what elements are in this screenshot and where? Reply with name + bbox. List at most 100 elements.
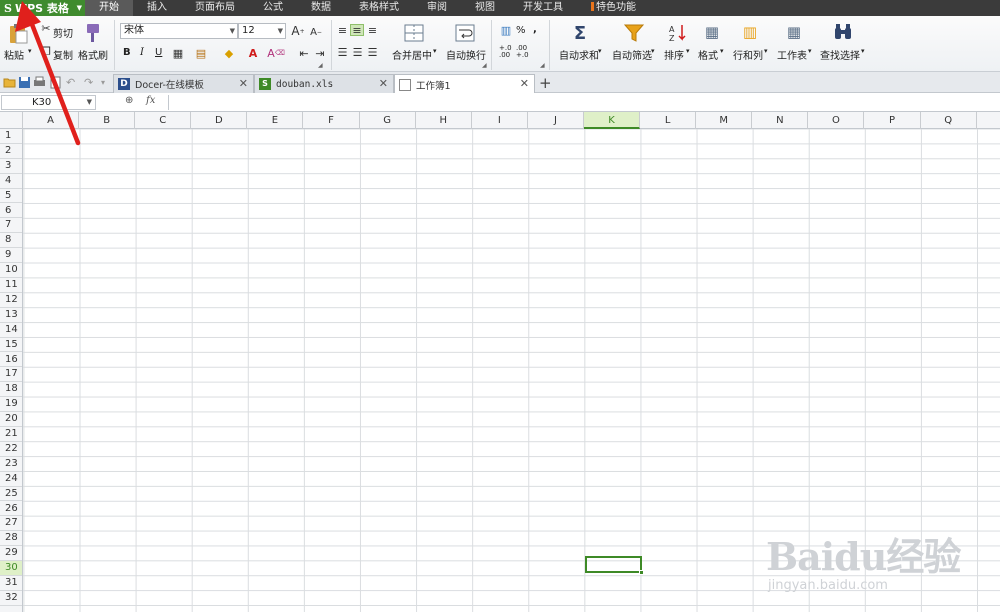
select-all-corner[interactable] bbox=[0, 112, 23, 129]
align-center-icon[interactable]: ☰ bbox=[351, 46, 364, 59]
sigma-icon[interactable]: Σ bbox=[569, 22, 591, 44]
bold-button[interactable]: B bbox=[123, 47, 131, 58]
menu-item-1[interactable]: 插入 bbox=[133, 0, 181, 16]
formula-input[interactable] bbox=[168, 95, 998, 110]
currency-icon[interactable]: ▥ bbox=[499, 24, 513, 37]
decrease-indent-icon[interactable]: ⇤ bbox=[297, 46, 311, 60]
number-dialog-launcher-icon[interactable]: ◢ bbox=[540, 62, 545, 69]
preview-icon[interactable] bbox=[49, 76, 62, 89]
merge-dropdown-icon[interactable]: ▾ bbox=[433, 47, 437, 55]
underline-button[interactable]: U bbox=[155, 47, 162, 58]
row-header-2[interactable]: 2 bbox=[0, 144, 22, 159]
cut-button[interactable]: 剪切 bbox=[53, 25, 73, 40]
autosum-dropdown-icon[interactable]: ▾ bbox=[598, 47, 602, 55]
column-header-l[interactable]: L bbox=[640, 112, 697, 129]
row-header-5[interactable]: 5 bbox=[0, 189, 22, 204]
menu-item-3[interactable]: 公式 bbox=[249, 0, 297, 16]
font-name-select[interactable]: 宋体 ▼ bbox=[120, 23, 238, 39]
fill-handle[interactable] bbox=[639, 570, 644, 575]
row-col-button[interactable]: 行和列 bbox=[733, 47, 763, 62]
row-header-25[interactable]: 25 bbox=[0, 487, 22, 502]
autofilter-button[interactable]: 自动筛选 bbox=[612, 47, 652, 62]
worksheet-dropdown-icon[interactable]: ▾ bbox=[808, 47, 812, 55]
paste-button[interactable]: 粘贴 bbox=[4, 47, 24, 62]
wrap-text-icon[interactable] bbox=[455, 24, 475, 42]
thousands-icon[interactable]: , bbox=[533, 24, 537, 35]
column-header-m[interactable]: M bbox=[696, 112, 753, 129]
row-header-6[interactable]: 6 bbox=[0, 204, 22, 219]
column-header-g[interactable]: G bbox=[360, 112, 416, 129]
font-color-icon[interactable]: A bbox=[246, 46, 260, 60]
find-select-dropdown-icon[interactable]: ▾ bbox=[861, 47, 865, 55]
column-header-j[interactable]: J bbox=[528, 112, 584, 129]
open-folder-icon[interactable] bbox=[3, 76, 16, 89]
row-header-26[interactable]: 26 bbox=[0, 502, 22, 517]
column-header-i[interactable]: I bbox=[472, 112, 528, 129]
column-header-o[interactable]: O bbox=[808, 112, 865, 129]
menu-item-7[interactable]: 视图 bbox=[461, 0, 509, 16]
fill-color-icon[interactable]: ◆ bbox=[222, 46, 236, 60]
row-header-19[interactable]: 19 bbox=[0, 397, 22, 413]
font-size-select[interactable]: 12 ▼ bbox=[238, 23, 286, 39]
column-header-d[interactable]: D bbox=[191, 112, 248, 129]
row-header-15[interactable]: 15 bbox=[0, 338, 22, 353]
row-header-30[interactable]: 30 bbox=[0, 561, 22, 576]
column-header-h[interactable]: H bbox=[416, 112, 472, 129]
row-header-20[interactable]: 20 bbox=[0, 412, 22, 427]
column-header-q[interactable]: Q bbox=[921, 112, 977, 129]
binoculars-icon[interactable] bbox=[832, 22, 854, 44]
row-header-24[interactable]: 24 bbox=[0, 472, 22, 487]
format-painter-button[interactable]: 格式刷 bbox=[78, 47, 108, 62]
sort-dropdown-icon[interactable]: ▾ bbox=[686, 47, 690, 55]
worksheet-button[interactable]: 工作表 bbox=[777, 47, 807, 62]
align-right-icon[interactable]: ☰ bbox=[366, 46, 379, 59]
cell-area[interactable] bbox=[23, 129, 1000, 612]
sort-button[interactable]: 排序 bbox=[664, 47, 684, 62]
tab-workbook1[interactable]: 工作簿1 ✕ bbox=[394, 74, 535, 94]
row-header-32[interactable]: 32 bbox=[0, 591, 22, 606]
row-header-23[interactable]: 23 bbox=[0, 457, 22, 472]
app-menu-button[interactable]: S WPS 表格 ▼ bbox=[0, 0, 85, 16]
row-header-9[interactable]: 9 bbox=[0, 248, 22, 264]
menu-item-9[interactable]: 特色功能 bbox=[577, 0, 650, 16]
add-tab-icon[interactable]: + bbox=[539, 74, 552, 92]
decrease-decimal-icon[interactable]: .00 +.0 bbox=[516, 45, 529, 59]
row-header-28[interactable]: 28 bbox=[0, 531, 22, 547]
autofilter-dropdown-icon[interactable]: ▾ bbox=[651, 47, 655, 55]
increase-decimal-icon[interactable]: +.0.00 bbox=[499, 45, 512, 59]
row-col-icon[interactable]: ▥ bbox=[741, 23, 759, 41]
row-header-10[interactable]: 10 bbox=[0, 263, 22, 278]
format-grid-icon[interactable]: ▦ bbox=[703, 23, 721, 41]
row-header-22[interactable]: 22 bbox=[0, 442, 22, 457]
row-header-31[interactable]: 31 bbox=[0, 576, 22, 591]
align-bottom-icon[interactable]: ≡ bbox=[366, 24, 379, 37]
redo-icon[interactable]: ↷ bbox=[84, 76, 97, 89]
menu-item-8[interactable]: 开发工具 bbox=[509, 0, 577, 16]
column-header-p[interactable]: P bbox=[865, 112, 921, 129]
row-header-16[interactable]: 16 bbox=[0, 353, 22, 368]
row-header-18[interactable]: 18 bbox=[0, 382, 22, 398]
paste-dropdown-icon[interactable]: ▾ bbox=[28, 47, 32, 55]
decrease-font-icon[interactable]: A − bbox=[309, 25, 323, 39]
merge-center-button[interactable]: 合并居中 bbox=[392, 47, 432, 62]
row-header-29[interactable]: 29 bbox=[0, 546, 22, 562]
column-header-c[interactable]: C bbox=[135, 112, 192, 129]
column-header-n[interactable]: N bbox=[752, 112, 809, 129]
autosum-button[interactable]: 自动求和 bbox=[559, 47, 599, 62]
cell-style-icon[interactable]: ▤ bbox=[194, 46, 208, 60]
alignment-dialog-launcher-icon[interactable]: ◢ bbox=[482, 62, 487, 69]
column-header-b[interactable]: B bbox=[79, 112, 136, 129]
close-icon[interactable]: ✕ bbox=[239, 77, 248, 90]
wrap-text-button[interactable]: 自动换行 bbox=[446, 47, 486, 62]
row-header-14[interactable]: 14 bbox=[0, 323, 22, 338]
paste-icon[interactable] bbox=[7, 22, 29, 44]
align-middle-icon[interactable]: ≡ bbox=[350, 24, 364, 37]
merge-center-icon[interactable] bbox=[404, 24, 424, 42]
column-header-k[interactable]: K bbox=[584, 112, 641, 129]
print-icon[interactable] bbox=[33, 76, 46, 89]
percent-button[interactable]: % bbox=[516, 25, 526, 36]
row-header-17[interactable]: 17 bbox=[0, 367, 22, 383]
column-header-f[interactable]: F bbox=[304, 112, 360, 129]
font-dialog-launcher-icon[interactable]: ◢ bbox=[318, 62, 323, 69]
row-header-21[interactable]: 21 bbox=[0, 427, 22, 442]
